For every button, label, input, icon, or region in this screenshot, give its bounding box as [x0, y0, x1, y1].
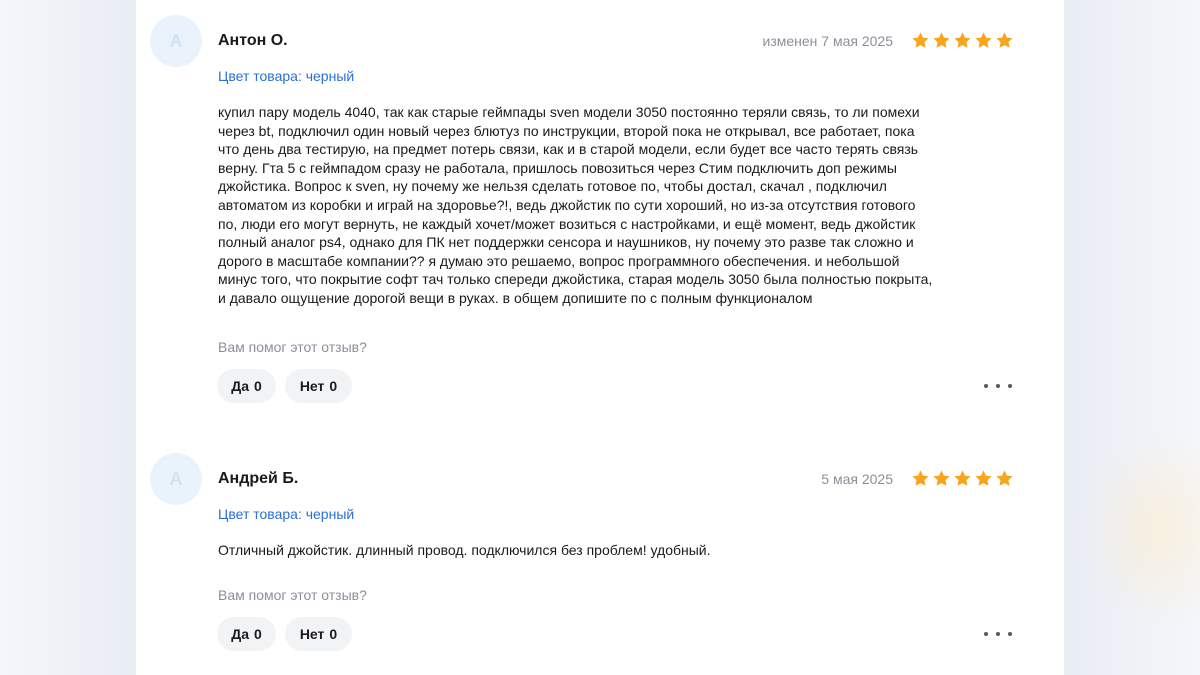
star-icon: [995, 469, 1014, 488]
helpful-no-button[interactable]: Нет 0: [285, 617, 352, 651]
rating-stars: [911, 31, 1014, 50]
review-text: купил пару модель 4040, так как старые г…: [218, 103, 1014, 308]
yes-label: Да: [231, 378, 249, 394]
review-text-line: по, люди его могут вернуть, не каждый хо…: [218, 215, 916, 232]
review-text-line: купил пару модель 4040, так как старые г…: [218, 104, 920, 120]
review-text-line: полный аналог ps4, однако для ПК нет под…: [218, 234, 914, 251]
no-count: 0: [329, 626, 338, 642]
avatar: А: [150, 453, 202, 505]
review-text-line: минус того, что покрытие софт тач только…: [218, 271, 933, 288]
review-text-line: и давало ощущение дорогой вещи в руках. …: [218, 289, 813, 306]
star-icon: [974, 31, 993, 50]
review-date: 5 мая 2025: [821, 471, 893, 487]
dot: [996, 632, 1000, 636]
yes-label: Да: [231, 626, 249, 642]
star-icon: [974, 469, 993, 488]
review-text-line: автоматом из коробки и играй на здоровье…: [218, 196, 916, 213]
review-date: изменен 7 мая 2025: [762, 33, 894, 49]
product-variant: Цвет товара: черный: [218, 68, 355, 84]
review-author[interactable]: Антон О.: [218, 32, 288, 50]
helpful-yes-button[interactable]: Да 0: [217, 369, 276, 403]
review-text-line: верну. Гта 5 с геймпадом сразу не работа…: [218, 159, 897, 176]
dot: [984, 632, 988, 636]
star-icon: [995, 31, 1014, 50]
no-label: Нет: [299, 378, 325, 394]
background-left: [0, 0, 136, 675]
star-icon: [953, 31, 972, 50]
review-text-line: Отличный джойстик. длинный провод. подкл…: [218, 542, 711, 558]
helpful-yes-button[interactable]: Да 0: [217, 617, 276, 651]
star-icon: [932, 31, 951, 50]
yes-count: 0: [253, 378, 262, 394]
product-variant: Цвет товара: черный: [218, 506, 355, 522]
review-text-line: что день два тестирую, на предмет потерь…: [218, 141, 919, 158]
no-label: Нет: [299, 626, 325, 642]
background-glow: [1080, 430, 1200, 630]
dot: [1008, 384, 1012, 388]
helpful-question: Вам помог этот отзыв?: [218, 339, 367, 355]
more-options-icon[interactable]: [984, 624, 1012, 644]
star-icon: [911, 31, 930, 50]
review-text-line: через bt, подключил один новый через блю…: [218, 122, 915, 139]
review-text-line: дорого в масштабе компании?? я думаю это…: [218, 252, 900, 269]
yes-count: 0: [253, 626, 262, 642]
star-icon: [911, 469, 930, 488]
helpful-question: Вам помог этот отзыв?: [218, 587, 367, 603]
reviews-panel: А Антон О. изменен 7 мая 2025 Цвет товар…: [136, 0, 1064, 675]
rating-stars: [911, 469, 1014, 488]
helpful-no-button[interactable]: Нет 0: [285, 369, 352, 403]
review-text-line: джойстика. Вопрос к sven, ну почему же н…: [218, 178, 887, 195]
review-text: Отличный джойстик. длинный провод. подкл…: [218, 541, 1014, 560]
star-icon: [932, 469, 951, 488]
avatar: А: [150, 15, 202, 67]
review-author[interactable]: Андрей Б.: [218, 470, 298, 488]
dot: [996, 384, 1000, 388]
dot: [1008, 632, 1012, 636]
dot: [984, 384, 988, 388]
star-icon: [953, 469, 972, 488]
more-options-icon[interactable]: [984, 376, 1012, 396]
no-count: 0: [329, 378, 338, 394]
